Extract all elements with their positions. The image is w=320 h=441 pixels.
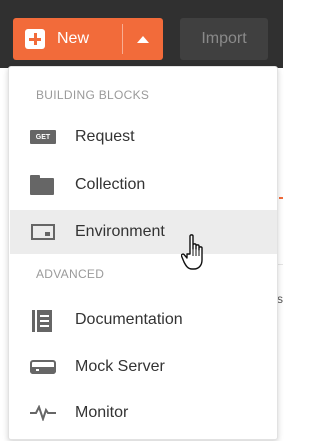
menu-item-label: Monitor xyxy=(75,404,129,421)
menu-item-label: Mock Server xyxy=(75,358,165,375)
menu-item-request[interactable]: GET Request xyxy=(10,115,277,159)
documentation-icon xyxy=(30,310,56,332)
menu-item-label: Request xyxy=(75,128,135,145)
menu-item-label: Documentation xyxy=(75,311,183,328)
new-dropdown-menu: BUILDING BLOCKS GET Request Collection E… xyxy=(8,66,278,440)
import-button-label: Import xyxy=(201,30,247,47)
menu-item-collection[interactable]: Collection xyxy=(10,163,277,207)
menu-item-label: Collection xyxy=(75,176,146,193)
menu-item-documentation[interactable]: Documentation xyxy=(10,298,277,342)
new-button-main[interactable]: New xyxy=(13,18,122,60)
caret-up-icon xyxy=(137,35,149,43)
new-dropdown-toggle[interactable] xyxy=(123,18,163,60)
new-button-label: New xyxy=(57,30,90,47)
plus-icon xyxy=(25,29,45,49)
menu-item-label: Environment xyxy=(75,223,165,240)
get-request-icon: GET xyxy=(30,130,56,144)
environment-icon xyxy=(30,222,56,242)
menu-item-environment[interactable]: Environment xyxy=(10,210,277,254)
background-accent-mark xyxy=(279,197,283,199)
menu-item-mock-server[interactable]: Mock Server xyxy=(10,345,277,389)
top-toolbar: New Import xyxy=(0,0,283,68)
pulse-icon xyxy=(30,403,56,423)
mock-server-icon xyxy=(30,357,56,377)
import-button[interactable]: Import xyxy=(180,18,268,60)
new-button[interactable]: New xyxy=(13,18,163,60)
section-header-advanced: ADVANCED xyxy=(36,267,105,281)
section-header-building-blocks: BUILDING BLOCKS xyxy=(36,88,150,102)
hand-cursor-icon xyxy=(181,234,203,270)
menu-item-monitor[interactable]: Monitor xyxy=(10,391,277,435)
folder-icon xyxy=(30,175,56,195)
